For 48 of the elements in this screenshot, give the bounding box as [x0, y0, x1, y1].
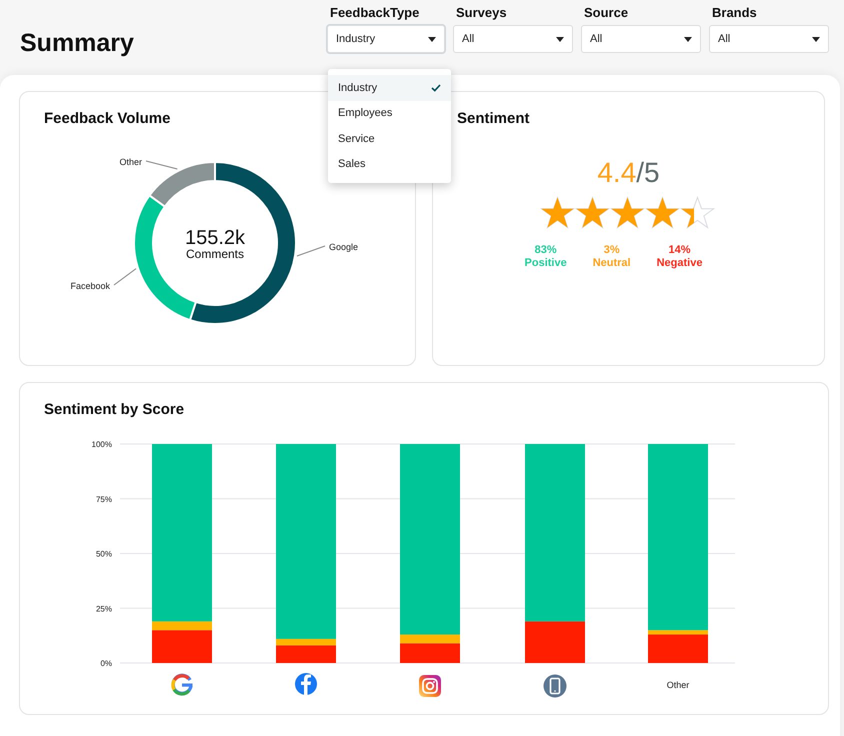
- axis-tick-label: 50%: [96, 550, 112, 558]
- filter-dropdown[interactable]: Industry: [327, 25, 445, 53]
- filter-label: FeedbackType: [329, 4, 420, 22]
- axis-tick-label: 75%: [96, 494, 112, 504]
- instagram-icon: [419, 675, 441, 697]
- slice-label: Facebook: [70, 281, 110, 291]
- sentiment-stat: 14% Negative: [656, 244, 702, 270]
- menu-item[interactable]: Sales: [328, 152, 451, 177]
- card-title: Feedback Volume: [44, 110, 170, 128]
- filter-label: Surveys: [455, 4, 508, 22]
- star-icon: [610, 196, 645, 230]
- star-icon: [680, 196, 715, 230]
- caret-icon: [812, 36, 820, 42]
- star-icon: [645, 196, 680, 230]
- caret-icon: [556, 36, 564, 42]
- menu-item[interactable]: Industry: [328, 75, 451, 100]
- leader-line: [296, 246, 326, 256]
- sentiment-stat: 83% Positive: [524, 244, 567, 270]
- google-icon: [171, 674, 193, 696]
- facebook-icon: [295, 673, 317, 695]
- card-title: Sentiment by Score: [44, 401, 184, 419]
- menu-item[interactable]: Employees: [328, 100, 451, 126]
- check-icon: [431, 84, 441, 92]
- star-icon: [540, 196, 575, 230]
- slice-label: Other: [119, 157, 142, 167]
- card-title: Sentiment: [457, 110, 530, 128]
- axis-category-label: Other: [666, 680, 690, 690]
- page-title: Summary: [20, 28, 134, 58]
- filter-dropdown[interactable]: All: [709, 25, 829, 53]
- star-icon: [575, 196, 610, 230]
- slice-label: Google: [329, 242, 358, 252]
- menu-item[interactable]: Service: [328, 126, 451, 152]
- sentiment-stat: 3% Neutral: [592, 244, 631, 270]
- axis-tick-label: 100%: [92, 440, 112, 449]
- caret-icon: [684, 36, 692, 42]
- filter-label: Brands: [711, 4, 758, 22]
- axis-tick-label: 0%: [100, 659, 112, 668]
- filter-dropdown[interactable]: All: [453, 25, 573, 53]
- phone-icon: [544, 674, 566, 698]
- filter-dropdown[interactable]: All: [581, 25, 701, 53]
- caret-icon: [428, 36, 436, 42]
- rating-score: 4.4/5: [597, 157, 660, 188]
- total-value: 155.2k: [184, 227, 246, 249]
- filter-label: Source: [583, 4, 630, 22]
- leader-line: [114, 268, 137, 286]
- axis-tick-label: 25%: [96, 604, 112, 614]
- total-caption: Comments: [186, 247, 244, 261]
- leader-line: [146, 160, 178, 170]
